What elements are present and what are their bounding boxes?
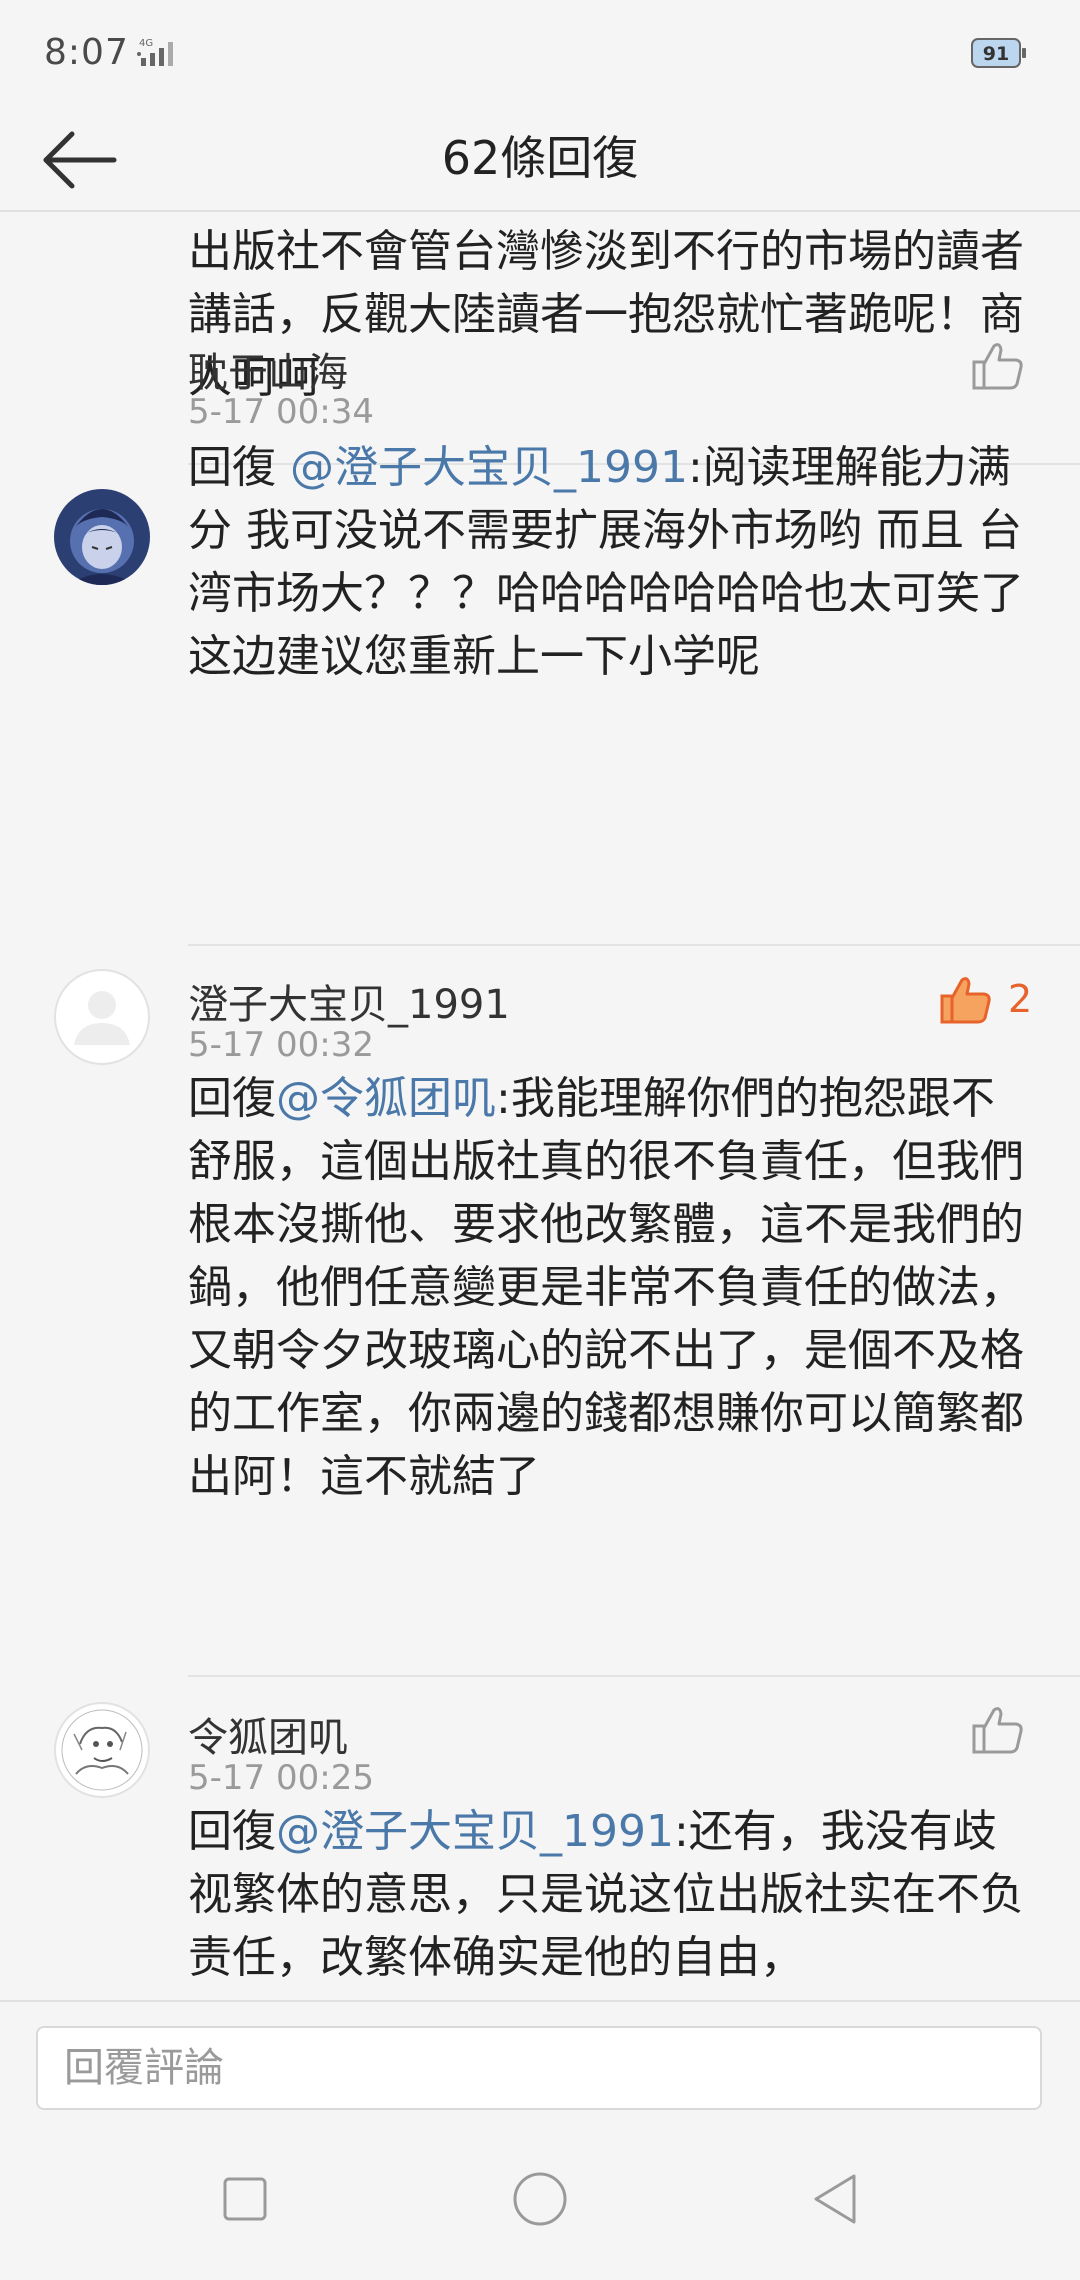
home-button[interactable] bbox=[505, 2164, 575, 2234]
thumbs-up-filled-icon bbox=[940, 977, 991, 1024]
timestamp: 5-17 00:32 bbox=[188, 1025, 374, 1065]
reply-bar bbox=[0, 2000, 1080, 2120]
thumbs-up-icon bbox=[972, 1707, 1023, 1754]
battery-icon: 91 bbox=[971, 38, 1026, 68]
avatar-sketch-icon bbox=[61, 1709, 143, 1791]
default-avatar-icon bbox=[74, 991, 130, 1045]
arrow-left-icon bbox=[43, 131, 117, 189]
timestamp: 5-17 00:25 bbox=[188, 1758, 374, 1798]
mention-link[interactable]: @澄子大宝贝_1991 bbox=[276, 1806, 674, 1857]
page-title: 62條回復 bbox=[441, 131, 639, 185]
divider bbox=[188, 944, 1080, 946]
battery-level: 91 bbox=[983, 43, 1009, 65]
mention-link[interactable]: @澄子大宝贝_1991 bbox=[290, 442, 688, 493]
username[interactable]: 令狐团叽 bbox=[188, 1705, 348, 1763]
comment-list[interactable]: 出版社不會管台灣慘淡到不行的市場的讀者講話，反觀大陸讀者一抱怨就忙著跪呢！商人呵… bbox=[0, 212, 1080, 2000]
reply-prefix: 回復 bbox=[188, 1073, 276, 1124]
avatar[interactable] bbox=[54, 1702, 150, 1798]
system-nav-bar bbox=[0, 2118, 1080, 2280]
status-bar: 8:07 4G 91 bbox=[0, 0, 1080, 110]
square-icon bbox=[223, 2177, 267, 2221]
triangle-icon bbox=[814, 2174, 856, 2224]
comment-text: 回復@澄子大宝贝_1991:还有，我没有歧视繁体的意思，只是说这位出版社实在不负… bbox=[188, 1800, 1038, 1989]
comment-text: 回復 @澄子大宝贝_1991:阅读理解能力满分 我可没说不需要扩展海外市场哟 而… bbox=[188, 436, 1038, 688]
like-button-active[interactable] bbox=[938, 972, 994, 1028]
battery-indicator: 91 bbox=[971, 38, 1027, 68]
header: 62條回復 bbox=[0, 110, 1080, 212]
timestamp: 5-17 00:34 bbox=[188, 392, 374, 432]
network-type: 4G bbox=[139, 38, 153, 49]
avatar[interactable] bbox=[54, 489, 150, 585]
like-count: 2 bbox=[1008, 977, 1033, 1021]
reply-input[interactable] bbox=[36, 2026, 1042, 2110]
thumbs-up-icon bbox=[972, 343, 1023, 390]
signal-icon: 4G bbox=[137, 38, 173, 66]
circle-icon bbox=[513, 2172, 567, 2226]
like-button[interactable] bbox=[970, 338, 1026, 394]
reply-prefix: 回復 bbox=[188, 442, 290, 493]
recent-apps-button[interactable] bbox=[210, 2164, 280, 2234]
comment-body: :我能理解你們的抱怨跟不舒服，這個出版社真的很不負責任，但我們根本沒撕他、要求他… bbox=[188, 1073, 1024, 1502]
avatar-anime-icon bbox=[54, 489, 150, 585]
avatar[interactable] bbox=[54, 969, 150, 1065]
username[interactable]: 耽于山海 bbox=[188, 340, 348, 398]
reply-prefix: 回復 bbox=[188, 1806, 276, 1857]
mention-link[interactable]: @令狐团叽 bbox=[276, 1073, 496, 1124]
nav-back-button[interactable] bbox=[800, 2164, 870, 2234]
divider bbox=[188, 1675, 1080, 1677]
username[interactable]: 澄子大宝贝_1991 bbox=[188, 972, 510, 1030]
status-time: 8:07 bbox=[44, 32, 129, 73]
comment-text: 回復@令狐团叽:我能理解你們的抱怨跟不舒服，這個出版社真的很不負責任，但我們根本… bbox=[188, 1067, 1038, 1508]
back-button[interactable] bbox=[40, 120, 120, 200]
like-button[interactable] bbox=[970, 1702, 1026, 1758]
